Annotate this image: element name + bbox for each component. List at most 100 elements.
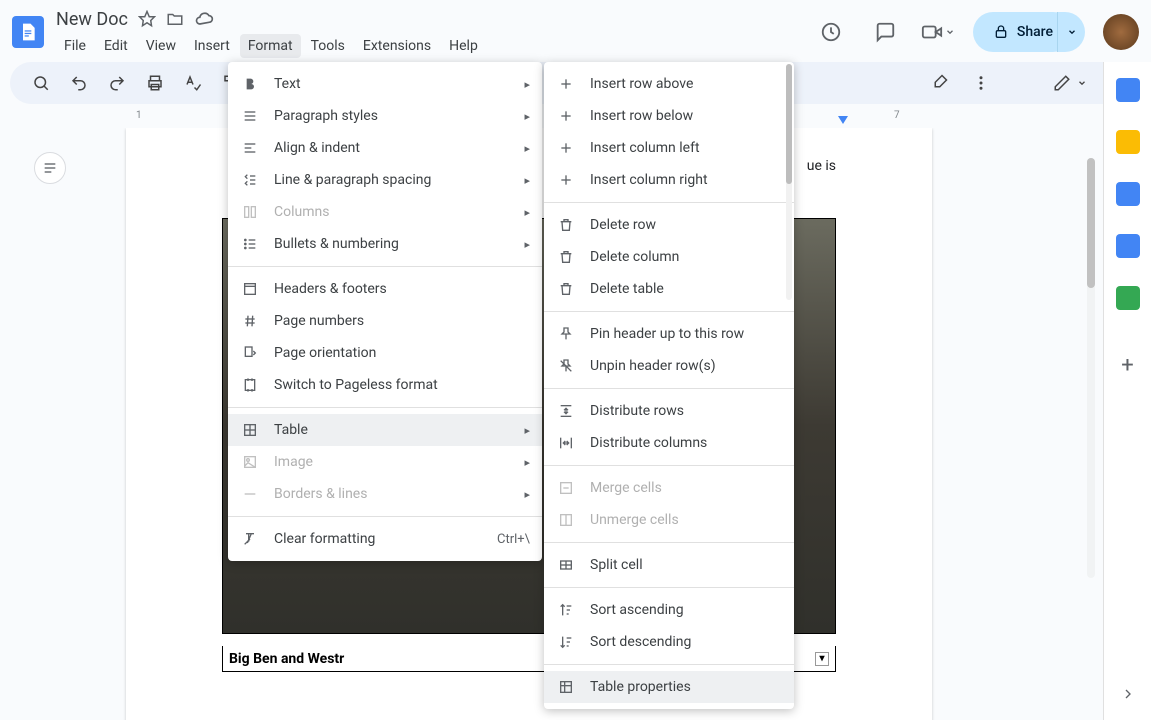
table-item-insert-column-right[interactable]: Insert column right [544,164,794,196]
scrollbar-thumb[interactable] [1087,158,1095,288]
menu-item-label: Switch to Pageless format [274,377,438,393]
tasks-icon[interactable] [1116,182,1140,206]
comments-icon[interactable] [867,14,903,50]
highlight-color-icon[interactable] [927,68,957,98]
menu-bar: File Edit View Insert Format Tools Exten… [56,34,486,58]
menu-item-label: Distribute columns [590,435,707,451]
side-panel: + [1103,62,1151,720]
table-item-insert-row-below[interactable]: Insert row below [544,100,794,132]
menu-item-label: Distribute rows [590,403,684,419]
docs-logo[interactable] [12,16,44,48]
table-item-table-properties[interactable]: Table properties [544,671,794,703]
more-icon[interactable] [965,67,997,99]
format-item-paragraph-styles[interactable]: Paragraph styles [228,100,542,132]
table-item-sort-descending[interactable]: Sort descending [544,626,794,658]
table-item-delete-table[interactable]: Delete table [544,273,794,305]
share-dropdown[interactable] [1057,12,1085,52]
outline-toggle[interactable] [34,152,66,184]
format-item-bullets-numbering[interactable]: Bullets & numbering [228,228,542,260]
format-item-switch-to-pageless-format[interactable]: Switch to Pageless format [228,369,542,401]
sortdesc-icon [556,632,576,652]
maps-icon[interactable] [1116,286,1140,310]
menu-tools[interactable]: Tools [303,34,353,58]
table-item-pin-header-up-to-this-row[interactable]: Pin header up to this row [544,318,794,350]
format-item-clear-formatting[interactable]: Clear formattingCtrl+\ [228,523,542,555]
menu-item-label: Borders & lines [274,486,367,502]
submenu-scroll[interactable] [786,64,792,300]
hash-icon [240,311,260,331]
caption-dropdown-icon[interactable]: ▾ [815,652,829,666]
table-item-split-cell[interactable]: Split cell [544,549,794,581]
menu-item-label: Align & indent [274,140,360,156]
format-item-page-orientation[interactable]: Page orientation [228,337,542,369]
editing-mode-button[interactable] [1053,74,1087,92]
menu-file[interactable]: File [56,34,94,58]
format-item-columns: Columns [228,196,542,228]
trash-icon [556,215,576,235]
undo-icon[interactable] [64,68,94,98]
table-item-merge-cells: Merge cells [544,472,794,504]
table-item-delete-column[interactable]: Delete column [544,241,794,273]
menu-extensions[interactable]: Extensions [355,34,439,58]
menu-item-label: Delete table [590,281,664,297]
menu-item-label: Sort descending [590,634,691,650]
format-item-headers-footers[interactable]: Headers & footers [228,273,542,305]
menu-view[interactable]: View [138,34,184,58]
submenu-scroll-thumb[interactable] [786,64,792,184]
table-item-sort-ascending[interactable]: Sort ascending [544,594,794,626]
keep-icon[interactable] [1116,130,1140,154]
trash-icon [556,247,576,267]
pageless-icon [240,375,260,395]
add-addon-icon[interactable]: + [1113,350,1143,380]
sortasc-icon [556,600,576,620]
image-icon [240,452,260,472]
redo-icon[interactable] [102,68,132,98]
search-icon[interactable] [26,68,56,98]
disth-icon [556,433,576,453]
format-item-page-numbers[interactable]: Page numbers [228,305,542,337]
pin-icon [556,324,576,344]
align-icon [240,138,260,158]
menu-edit[interactable]: Edit [96,34,136,58]
clear-icon [240,529,260,549]
table-item-distribute-rows[interactable]: Distribute rows [544,395,794,427]
star-icon[interactable] [138,10,156,28]
menu-help[interactable]: Help [441,34,486,58]
menu-item-label: Paragraph styles [274,108,378,124]
merge-icon [556,478,576,498]
spellcheck-icon[interactable] [178,68,208,98]
table-submenu: Insert row aboveInsert row belowInsert c… [544,62,794,709]
spacing-icon [240,170,260,190]
format-item-table[interactable]: Table [228,414,542,446]
table-item-unpin-header-row-s-[interactable]: Unpin header row(s) [544,350,794,382]
format-item-line-paragraph-spacing[interactable]: Line & paragraph spacing [228,164,542,196]
table-item-insert-column-left[interactable]: Insert column left [544,132,794,164]
hide-sidepanel-icon[interactable] [1120,686,1136,706]
table-item-unmerge-cells: Unmerge cells [544,504,794,536]
move-icon[interactable] [166,10,184,28]
scrollbar[interactable] [1087,158,1095,578]
menu-insert[interactable]: Insert [186,34,238,58]
cloud-saved-icon[interactable] [194,9,214,29]
indent-marker-icon[interactable] [838,116,848,126]
contacts-icon[interactable] [1116,234,1140,258]
table-item-distribute-columns[interactable]: Distribute columns [544,427,794,459]
menu-item-label: Headers & footers [274,281,387,297]
borders-icon [240,484,260,504]
print-icon[interactable] [140,68,170,98]
calendar-icon[interactable] [1116,78,1140,102]
document-title[interactable]: New Doc [56,9,128,30]
ruler-tick: 1 [136,110,142,121]
table-item-delete-row[interactable]: Delete row [544,209,794,241]
trash-icon [556,279,576,299]
table-item-insert-row-above[interactable]: Insert row above [544,68,794,100]
meet-button[interactable] [921,21,955,43]
distv-icon [556,401,576,421]
history-icon[interactable] [813,14,849,50]
format-item-text[interactable]: Text [228,68,542,100]
avatar[interactable] [1103,14,1139,50]
table-icon [240,420,260,440]
menu-format[interactable]: Format [240,34,301,58]
unpin-icon [556,356,576,376]
format-item-align-indent[interactable]: Align & indent [228,132,542,164]
